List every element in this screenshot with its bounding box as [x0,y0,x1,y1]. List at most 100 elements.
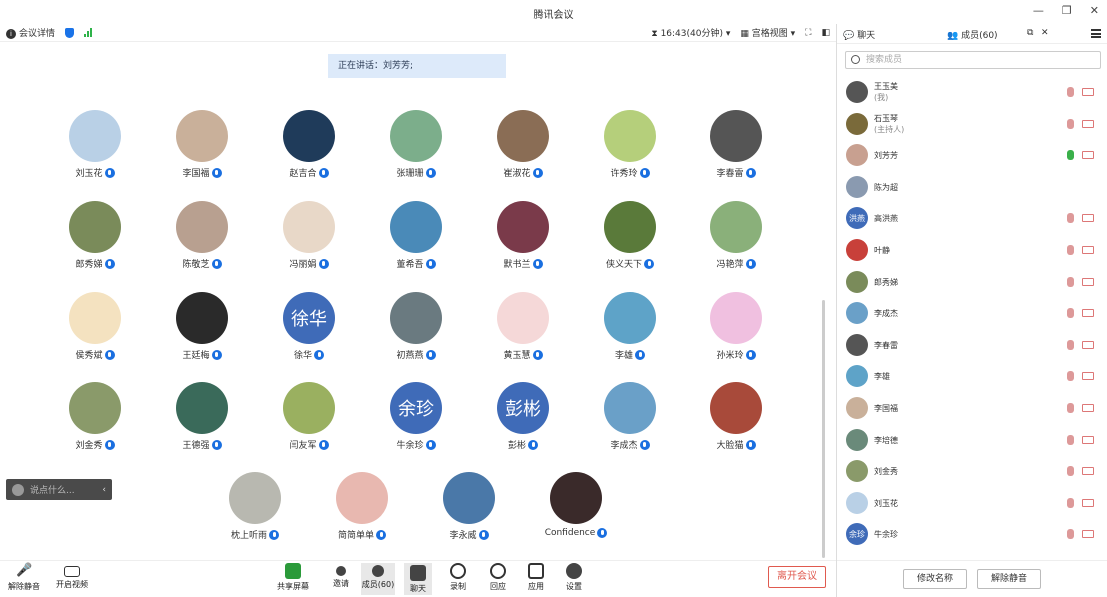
member-row[interactable]: 洪燕 高洪燕 [837,202,1107,234]
reaction-button[interactable]: 回应 [484,563,512,592]
member-row[interactable]: 李成杰 [837,297,1107,329]
close-panel-icon[interactable]: ✕ [1041,28,1049,38]
participant-tile[interactable]: 许秀玲 [590,110,670,179]
chat-button[interactable]: 聊天 [404,563,432,595]
leave-meeting-button[interactable]: 离开会议 [768,566,826,588]
participant-tile[interactable]: 李国福 [162,110,242,179]
mic-muted-icon[interactable] [1067,276,1074,287]
camera-off-icon[interactable] [1082,340,1094,349]
start-video-button[interactable]: 开启视频 [52,563,92,590]
mic-muted-icon[interactable] [1067,497,1074,508]
chat-quick-input[interactable]: 说点什么... ‹ [6,479,112,500]
participant-tile[interactable]: 董希吾 [376,201,456,270]
mic-muted-icon[interactable] [1067,244,1074,255]
camera-off-icon[interactable] [1082,467,1094,476]
participant-tile[interactable]: 简简单单 [322,472,402,541]
record-button[interactable]: 录制 [444,563,472,592]
network-signal-icon[interactable] [84,28,93,37]
participant-tile[interactable]: 黄玉慧 [483,292,563,361]
maximize-icon[interactable]: ❐ [1062,4,1072,17]
close-icon[interactable]: ✕ [1090,4,1099,17]
camera-off-icon[interactable] [1082,530,1094,539]
participant-tile[interactable]: 赵吉合 [269,110,349,179]
popout-icon[interactable]: ⧉ [1027,28,1033,38]
camera-off-icon[interactable] [1082,403,1094,412]
participant-tile[interactable]: 初燕燕 [376,292,456,361]
mic-muted-icon[interactable] [1067,434,1074,445]
mic-muted-icon[interactable] [1067,339,1074,350]
camera-off-icon[interactable] [1082,151,1094,160]
participant-tile[interactable]: 李春雷 [696,110,776,179]
member-row[interactable]: 陈为超 [837,171,1107,203]
grid-scrollbar[interactable] [822,300,825,558]
tab-members[interactable]: 👥 成员(60) [947,28,998,41]
camera-off-icon[interactable] [1082,245,1094,254]
mic-muted-icon[interactable] [1067,466,1074,477]
participant-tile[interactable]: 冯丽娟 [269,201,349,270]
mic-active-icon[interactable] [1067,150,1074,161]
minimize-icon[interactable]: — [1033,4,1044,17]
member-row[interactable]: 余珍 牛余珍 [837,518,1107,550]
mic-muted-icon[interactable] [1067,402,1074,413]
participant-tile[interactable]: 刘金秀 [55,382,135,451]
meeting-details-button[interactable]: i 会议详情 [6,26,55,39]
camera-off-icon[interactable] [1082,214,1094,223]
member-row[interactable]: 刘金秀 [837,455,1107,487]
participant-tile[interactable]: 陈敬芝 [162,201,242,270]
mic-muted-icon[interactable] [1067,529,1074,540]
member-row[interactable]: 叶静 [837,234,1107,266]
member-row[interactable]: 王玉美 (我) [837,76,1107,108]
members-button[interactable]: 成员(60) [361,563,395,595]
participant-tile[interactable]: 余珍 牛余珍 [376,382,456,451]
unmute-button[interactable]: 🎤 解除静音 [4,563,44,592]
participant-tile[interactable]: 李永威 [429,472,509,541]
share-screen-button[interactable]: 共享屏幕 [272,563,314,592]
participant-tile[interactable]: 崔淑花 [483,110,563,179]
meeting-timer[interactable]: ⧗ 16:43(40分钟) ▾ [651,26,730,39]
member-row[interactable]: 李雄 [837,360,1107,392]
participant-tile[interactable]: 孙米玲 [696,292,776,361]
member-row[interactable]: 刘芳芳 [837,139,1107,171]
mic-muted-icon[interactable] [1067,213,1074,224]
member-row[interactable]: 郎秀娣 [837,266,1107,298]
mic-muted-icon[interactable] [1067,308,1074,319]
settings-button[interactable]: 设置 [560,563,588,592]
rename-button[interactable]: 修改名称 [903,569,967,589]
emoji-icon[interactable] [12,483,24,496]
unmute-all-button[interactable]: 解除静音 [977,569,1041,589]
member-row[interactable]: 石玉琴 (主持人) [837,108,1107,140]
member-row[interactable]: 李国福 [837,392,1107,424]
participant-tile[interactable]: 枕上听雨 [215,472,295,541]
member-row[interactable]: 李培德 [837,424,1107,456]
security-shield-icon[interactable] [65,27,75,38]
participant-tile[interactable]: 刘玉花 [55,110,135,179]
participant-tile[interactable]: 郎秀娣 [55,201,135,270]
fullscreen-icon[interactable]: ⛶ [805,28,811,38]
sidebar-toggle-icon[interactable]: ◧ [821,28,830,38]
participant-tile[interactable]: 李成杰 [590,382,670,451]
camera-off-icon[interactable] [1082,88,1094,96]
participant-tile[interactable]: 默书兰 [483,201,563,270]
menu-icon[interactable] [1091,29,1101,38]
participant-tile[interactable]: 王德强 [162,382,242,451]
camera-off-icon[interactable] [1082,372,1094,381]
member-row[interactable]: 李春雷 [837,329,1107,361]
participant-tile[interactable]: 彭彬 彭彬 [483,382,563,451]
member-row[interactable]: 刘玉花 [837,487,1107,519]
view-mode-dropdown[interactable]: ▦ 宫格视图 ▾ [740,26,795,39]
participant-tile[interactable]: 冯艳萍 [696,201,776,270]
participant-tile[interactable]: 侯秀斌 [55,292,135,361]
camera-off-icon[interactable] [1082,119,1094,128]
camera-off-icon[interactable] [1082,498,1094,507]
participant-tile[interactable]: 大脸猫 [696,382,776,451]
participant-tile[interactable]: 张珊珊 [376,110,456,179]
camera-off-icon[interactable] [1082,435,1094,444]
participant-tile[interactable]: Confidence [536,472,616,538]
mic-muted-icon[interactable] [1067,371,1074,382]
participant-tile[interactable]: 徐华 徐华 [269,292,349,361]
apps-button[interactable]: 应用 [522,563,550,592]
tab-chat[interactable]: 💬 聊天 [843,28,875,41]
mic-muted-icon[interactable] [1067,87,1074,97]
member-search-input[interactable]: 搜索成员 [845,51,1101,69]
chevron-left-icon[interactable]: ‹ [102,485,106,495]
